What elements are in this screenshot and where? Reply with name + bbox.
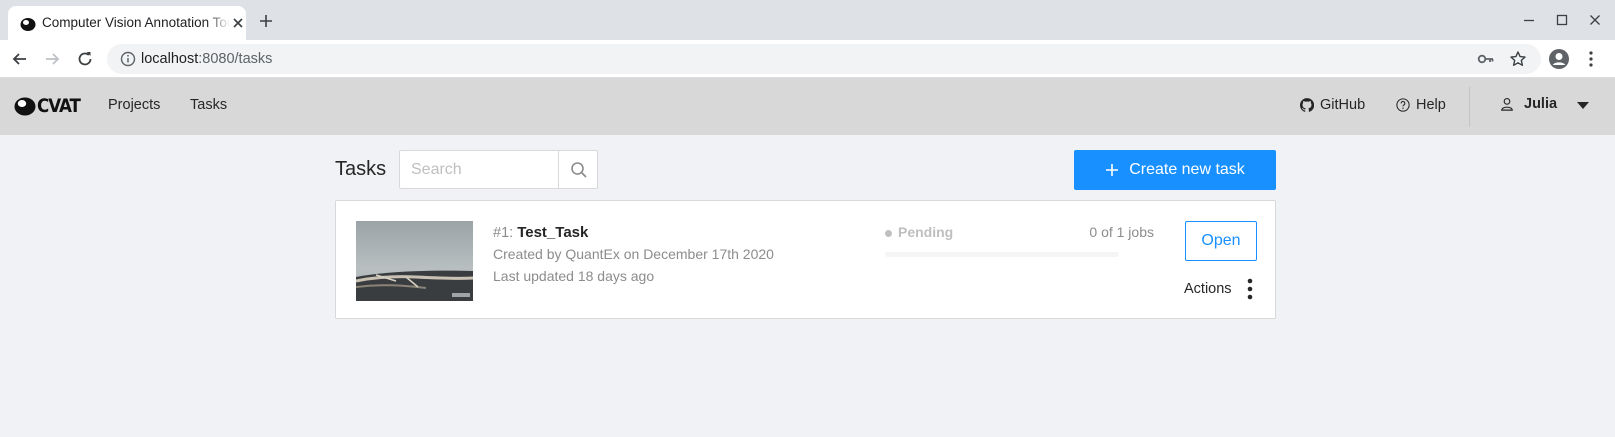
nav-projects[interactable]: Projects [108, 97, 160, 113]
create-new-task-label: Create new task [1129, 161, 1245, 178]
close-tab-icon[interactable] [230, 15, 246, 31]
search-input[interactable] [400, 151, 558, 188]
github-icon [1300, 98, 1314, 112]
more-vertical-icon[interactable] [1246, 278, 1254, 300]
user-icon [1501, 98, 1513, 111]
url-path: :8080/tasks [198, 51, 273, 67]
page-title: Tasks [335, 158, 387, 180]
forward-arrow-icon[interactable] [42, 49, 62, 69]
github-link[interactable]: GitHub [1300, 97, 1365, 113]
task-status: Pending [898, 224, 954, 240]
nav-tasks[interactable]: Tasks [190, 97, 227, 113]
user-name: Julia [1524, 96, 1558, 112]
back-arrow-icon[interactable] [10, 49, 30, 69]
open-task-button[interactable]: Open [1185, 221, 1257, 261]
site-info-icon[interactable] [120, 51, 136, 67]
browser-tab[interactable]: Computer Vision Annotation Tool [8, 6, 246, 40]
header-divider [1469, 87, 1470, 127]
task-updated: Last updated 18 days ago [493, 268, 655, 284]
help-link[interactable]: Help [1396, 97, 1446, 113]
cvat-favicon-icon [20, 18, 36, 31]
browser-toolbar: localhost:8080/tasks [0, 40, 1615, 78]
tab-title: Computer Vision Annotation Tool [42, 15, 230, 30]
key-icon[interactable] [1477, 51, 1495, 67]
cvat-logo[interactable]: CVAT [14, 95, 86, 117]
actions-menu-label[interactable]: Actions [1184, 281, 1232, 297]
status-dot [885, 230, 892, 237]
caret-down-icon[interactable] [1577, 102, 1589, 110]
logo-text: CVAT [37, 95, 81, 117]
app-header: CVAT Projects Tasks GitHub Help Julia [0, 78, 1615, 135]
help-label: Help [1416, 97, 1446, 113]
task-name: Test_Task [517, 224, 589, 241]
task-id: #1: [493, 225, 514, 241]
search-box [399, 150, 598, 189]
user-menu[interactable]: Julia [1500, 96, 1557, 112]
url-host: localhost [141, 51, 199, 67]
browser-menu-icon[interactable] [1582, 50, 1600, 68]
plus-icon [1106, 164, 1119, 176]
jobs-count: 0 of 1 jobs [1089, 224, 1154, 240]
task-preview-image [356, 221, 473, 301]
profile-avatar-icon[interactable] [1548, 48, 1570, 70]
search-button[interactable] [558, 150, 598, 189]
bookmark-star-icon[interactable] [1509, 50, 1527, 68]
task-card: #1: Test_Task Created by QuantEx on Dece… [335, 200, 1276, 319]
minimize-icon[interactable] [1521, 12, 1537, 28]
browser-tab-strip: Computer Vision Annotation Tool [0, 0, 1615, 40]
address-bar[interactable]: localhost:8080/tasks [107, 44, 1541, 74]
github-label: GitHub [1320, 97, 1366, 113]
open-task-label: Open [1201, 232, 1241, 249]
reload-icon[interactable] [75, 49, 95, 69]
create-new-task-button[interactable]: Create new task [1074, 150, 1276, 190]
task-title: #1: Test_Task [493, 224, 588, 241]
maximize-icon[interactable] [1554, 12, 1570, 28]
search-icon [570, 161, 587, 178]
task-created: Created by QuantEx on December 17th 2020 [493, 246, 774, 262]
task-progress-bar [885, 252, 1119, 257]
url-text: localhost:8080/tasks [141, 51, 272, 67]
help-question-icon [1396, 98, 1410, 112]
close-window-icon[interactable] [1587, 12, 1603, 28]
cvat-logo-icon [14, 97, 36, 116]
new-tab-icon[interactable] [258, 13, 274, 29]
